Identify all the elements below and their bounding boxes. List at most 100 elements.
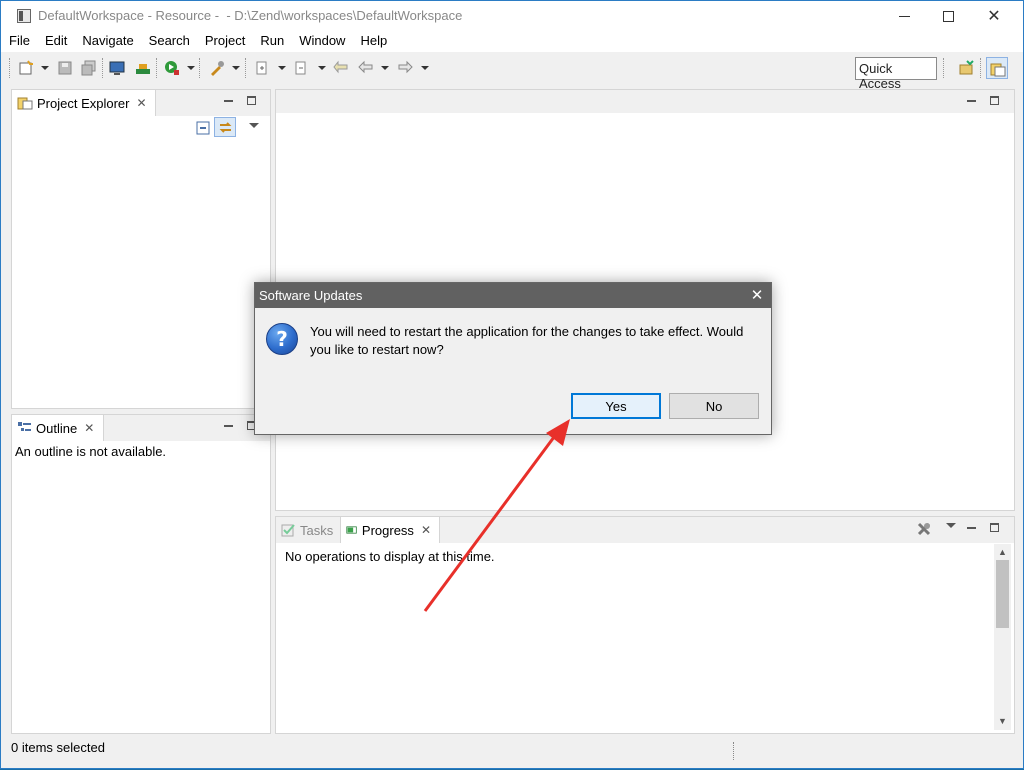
close-icon: ✕ [987,8,1001,25]
project-explorer-tab-label: Project Explorer [37,95,130,111]
scroll-down-icon[interactable]: ▼ [998,716,1007,726]
last-edit-location-icon[interactable] [333,60,349,76]
yes-button[interactable]: Yes [571,393,661,419]
no-button[interactable]: No [669,393,759,419]
eclipse-window: DefaultWorkspace - Resource - - D:\Zend\… [0,0,1024,769]
tab-progress[interactable]: Progress ✕ [340,517,440,543]
toolbar-grip [9,58,11,78]
project-explorer-panel: Project Explorer ✕ [11,89,271,409]
menu-edit[interactable]: Edit [37,31,74,52]
maximize-editor-icon[interactable] [990,96,999,105]
outline-message: An outline is not available. [15,444,167,459]
next-annotation-dropdown-icon[interactable] [278,66,286,70]
scroll-up-icon[interactable]: ▲ [998,547,1007,557]
toolbar-separator [156,58,158,78]
app-icon [17,9,31,23]
tab-tasks[interactable]: Tasks [276,517,340,543]
bottom-panel: Tasks Progress ✕ No operations to displa… [275,516,1015,734]
previous-annotation-icon[interactable] [293,60,309,76]
toolbar-separator [102,58,104,78]
minimize-view-icon[interactable] [224,425,233,427]
editor-area-header [276,90,1014,113]
close-window-button[interactable]: ✕ [971,1,1017,31]
back-arrow-icon[interactable] [358,60,374,76]
external-tools-icon[interactable] [209,60,225,76]
close-tab-icon[interactable]: ✕ [421,523,431,537]
link-with-editor-button[interactable] [214,117,236,137]
status-bar: 0 items selected [1,736,1023,768]
tasks-tab-label: Tasks [300,522,334,538]
dialog-title-bar: Software Updates ✕ [255,283,771,308]
outline-tab-label: Outline [36,420,78,436]
tab-project-explorer[interactable]: Project Explorer ✕ [12,90,156,116]
remove-all-finished-icon[interactable] [916,521,932,537]
toolbar-separator [943,58,945,78]
minimize-view-icon[interactable] [967,527,976,529]
forward-dropdown-icon[interactable] [421,66,429,70]
menu-window[interactable]: Window [291,31,352,52]
menu-bar: File Edit Navigate Search Project Run Wi… [1,31,1023,52]
maximize-button[interactable] [925,1,971,31]
minimize-icon [898,15,910,17]
forward-arrow-icon[interactable] [397,60,413,76]
minimize-button[interactable] [881,1,927,31]
run-dropdown-icon[interactable] [187,66,195,70]
menu-help[interactable]: Help [352,31,394,52]
close-tab-icon[interactable]: ✕ [136,96,146,110]
project-explorer-icon [17,97,33,110]
tasks-icon [281,524,295,537]
build-icon[interactable] [135,60,151,76]
view-menu-icon[interactable] [249,123,259,128]
new-dropdown-icon[interactable] [41,66,49,70]
next-annotation-icon[interactable] [254,60,270,76]
quick-access-input[interactable]: Quick Access [855,57,937,91]
menu-search[interactable]: Search [141,31,197,52]
title-bar: DefaultWorkspace - Resource - - D:\Zend\… [1,1,1023,31]
new-icon[interactable] [18,60,34,76]
save-all-icon[interactable] [81,60,97,76]
back-dropdown-icon[interactable] [381,66,389,70]
progress-icon [346,526,357,534]
dialog-message: You will need to restart the application… [310,324,744,357]
maximize-icon [942,10,954,22]
outline-panel: Outline ✕ An outline is not available. [11,414,271,734]
minimize-editor-icon[interactable] [967,100,976,102]
progress-tab-label: Progress [361,522,414,538]
dialog-close-button[interactable]: ✕ [747,286,767,306]
close-tab-icon[interactable]: ✕ [84,421,94,435]
menu-run[interactable]: Run [252,31,291,52]
outline-icon [18,422,31,431]
status-text: 0 items selected [11,740,105,755]
view-menu-icon[interactable] [946,523,956,528]
window-title: DefaultWorkspace - Resource - - D:\Zend\… [38,8,463,23]
resource-perspective-button[interactable] [986,57,1008,79]
scrollbar-thumb[interactable] [996,560,1009,628]
menu-file[interactable]: File [1,31,37,52]
toolbar-separator [980,58,982,78]
outline-header: Outline ✕ [12,415,270,441]
maximize-view-icon[interactable] [990,523,999,532]
main-toolbar: Quick Access [1,52,1023,91]
bottom-panel-header: Tasks Progress ✕ [276,517,1014,543]
run-icon[interactable] [164,60,180,76]
save-icon[interactable] [57,60,73,76]
toolbar-separator [245,58,247,78]
software-updates-dialog: Software Updates ✕ ? You will need to re… [254,282,772,435]
collapse-all-icon[interactable] [196,121,210,135]
previous-annotation-dropdown-icon[interactable] [318,66,326,70]
link-with-editor-icon [219,122,232,133]
question-icon: ? [266,323,298,355]
menu-project[interactable]: Project [197,31,252,52]
close-icon: ✕ [750,287,764,304]
project-explorer-header: Project Explorer ✕ [12,90,270,116]
open-perspective-icon[interactable] [958,60,974,76]
external-tools-dropdown-icon[interactable] [232,66,240,70]
menu-navigate[interactable]: Navigate [74,31,140,52]
progress-message: No operations to display at this time. [285,549,495,564]
open-console-icon[interactable] [109,60,125,76]
progress-scrollbar[interactable]: ▲ ▼ [994,544,1011,730]
tab-outline[interactable]: Outline ✕ [12,415,104,441]
minimize-view-icon[interactable] [224,100,233,102]
status-separator [733,742,734,760]
maximize-view-icon[interactable] [247,96,256,105]
